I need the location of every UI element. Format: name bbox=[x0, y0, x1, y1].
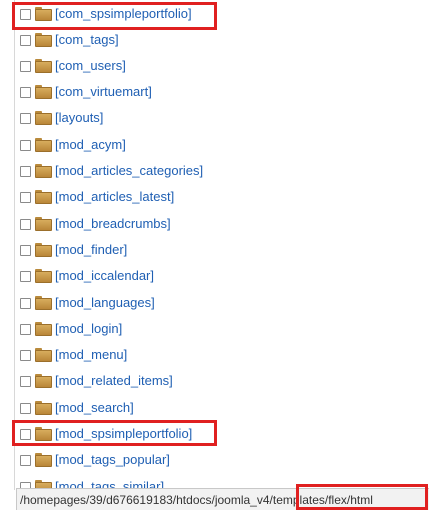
folder-icon bbox=[35, 269, 52, 283]
list-item[interactable]: [mod_languages] bbox=[20, 293, 155, 313]
list-item[interactable]: [mod_login] bbox=[20, 319, 122, 339]
item-checkbox[interactable] bbox=[20, 60, 31, 72]
folder-icon bbox=[35, 296, 52, 310]
list-item[interactable]: [com_tags] bbox=[20, 30, 119, 50]
item-checkbox[interactable] bbox=[20, 428, 31, 440]
list-item[interactable]: [mod_acym] bbox=[20, 135, 126, 155]
list-item[interactable]: [mod_breadcrumbs] bbox=[20, 214, 171, 234]
item-checkbox[interactable] bbox=[20, 349, 31, 361]
item-checkbox[interactable] bbox=[20, 8, 31, 20]
folder-icon bbox=[35, 348, 52, 362]
item-checkbox[interactable] bbox=[20, 139, 31, 151]
list-item[interactable]: [mod_tags_popular] bbox=[20, 450, 170, 470]
list-item[interactable]: [mod_menu] bbox=[20, 345, 127, 365]
list-item[interactable]: [layouts] bbox=[20, 108, 103, 128]
folder-icon bbox=[35, 453, 52, 467]
folder-icon bbox=[35, 138, 52, 152]
list-item[interactable]: [com_spsimpleportfolio] bbox=[20, 4, 192, 24]
list-item[interactable]: [mod_finder] bbox=[20, 240, 127, 260]
list-item[interactable]: [com_users] bbox=[20, 56, 126, 76]
folder-icon bbox=[35, 217, 52, 231]
folder-link[interactable]: [mod_search] bbox=[55, 400, 134, 416]
folder-icon bbox=[35, 111, 52, 125]
folder-link[interactable]: [mod_languages] bbox=[55, 295, 155, 311]
folder-link[interactable]: [mod_articles_latest] bbox=[55, 189, 174, 205]
folder-link[interactable]: [mod_articles_categories] bbox=[55, 163, 203, 179]
item-checkbox[interactable] bbox=[20, 323, 31, 335]
folder-link[interactable]: [layouts] bbox=[55, 110, 103, 126]
folder-icon bbox=[35, 322, 52, 336]
folder-icon bbox=[35, 59, 52, 73]
list-item[interactable]: [mod_search] bbox=[20, 398, 134, 418]
item-checkbox[interactable] bbox=[20, 34, 31, 46]
folder-link[interactable]: [com_tags] bbox=[55, 32, 119, 48]
folder-link[interactable]: [mod_related_items] bbox=[55, 373, 173, 389]
folder-link[interactable]: [mod_iccalendar] bbox=[55, 268, 154, 284]
folder-link[interactable]: [com_spsimpleportfolio] bbox=[55, 6, 192, 22]
item-checkbox[interactable] bbox=[20, 112, 31, 124]
folder-icon bbox=[35, 190, 52, 204]
folder-icon bbox=[35, 401, 52, 415]
folder-icon bbox=[35, 164, 52, 178]
folder-link[interactable]: [mod_tags_popular] bbox=[55, 452, 170, 468]
folder-link[interactable]: [mod_breadcrumbs] bbox=[55, 216, 171, 232]
status-path: /homepages/39/d676619183/htdocs/joomla_v… bbox=[20, 492, 373, 507]
list-item[interactable]: [mod_iccalendar] bbox=[20, 266, 154, 286]
item-checkbox[interactable] bbox=[20, 270, 31, 282]
item-checkbox[interactable] bbox=[20, 244, 31, 256]
folder-icon bbox=[35, 7, 52, 21]
item-checkbox[interactable] bbox=[20, 454, 31, 466]
item-checkbox[interactable] bbox=[20, 165, 31, 177]
item-checkbox[interactable] bbox=[20, 297, 31, 309]
item-checkbox[interactable] bbox=[20, 86, 31, 98]
folder-icon bbox=[35, 243, 52, 257]
item-checkbox[interactable] bbox=[20, 191, 31, 203]
folder-link[interactable]: [mod_finder] bbox=[55, 242, 127, 258]
list-item[interactable]: [mod_spsimpleportfolio] bbox=[20, 424, 192, 444]
folder-icon bbox=[35, 33, 52, 47]
list-item[interactable]: [mod_articles_categories] bbox=[20, 161, 203, 181]
status-bar: /homepages/39/d676619183/htdocs/joomla_v… bbox=[16, 488, 429, 510]
file-list: [com_spsimpleportfolio] [com_tags] [com_… bbox=[0, 0, 429, 490]
list-item[interactable]: [com_virtuemart] bbox=[20, 82, 152, 102]
list-item[interactable]: [mod_related_items] bbox=[20, 371, 173, 391]
item-checkbox[interactable] bbox=[20, 402, 31, 414]
folder-link[interactable]: [mod_acym] bbox=[55, 137, 126, 153]
list-item[interactable]: [mod_articles_latest] bbox=[20, 187, 174, 207]
item-checkbox[interactable] bbox=[20, 218, 31, 230]
folder-icon bbox=[35, 427, 52, 441]
folder-icon bbox=[35, 374, 52, 388]
folder-link[interactable]: [mod_menu] bbox=[55, 347, 127, 363]
folder-link[interactable]: [com_users] bbox=[55, 58, 126, 74]
folder-link[interactable]: [com_virtuemart] bbox=[55, 84, 152, 100]
folder-link[interactable]: [mod_login] bbox=[55, 321, 122, 337]
folder-icon bbox=[35, 85, 52, 99]
folder-link[interactable]: [mod_spsimpleportfolio] bbox=[55, 426, 192, 442]
item-checkbox[interactable] bbox=[20, 375, 31, 387]
